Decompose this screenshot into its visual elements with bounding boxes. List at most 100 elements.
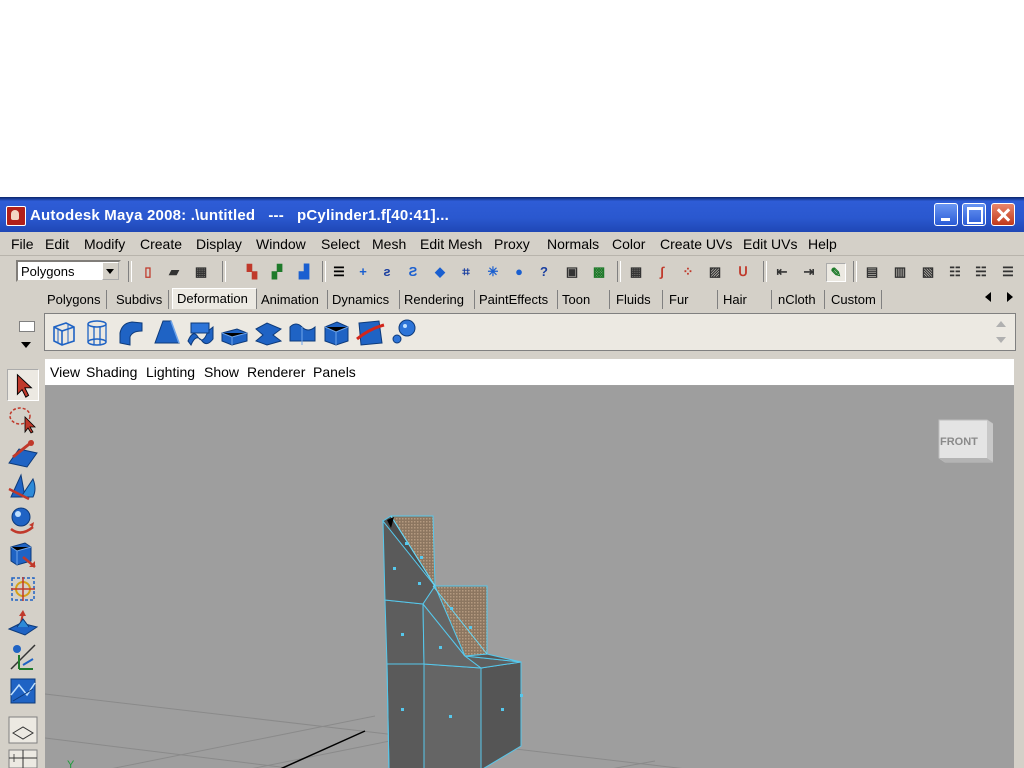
menu-edit[interactable]: Edit <box>45 236 69 252</box>
select-by-hierarchy-icon[interactable]: ▚ <box>243 263 261 280</box>
hypershade-icon[interactable]: ☵ <box>972 263 990 280</box>
menu-mesh[interactable]: Mesh <box>372 236 406 252</box>
menu-display[interactable]: Display <box>196 236 242 252</box>
tab-hair[interactable]: Hair <box>719 290 772 309</box>
select-surfaces-icon[interactable]: ◆ <box>431 263 449 280</box>
maximize-icon[interactable] <box>962 203 986 226</box>
viewcube[interactable]: FRONT <box>931 416 993 468</box>
menu-select[interactable]: Select <box>321 236 360 252</box>
last-tool-icon[interactable] <box>7 675 39 707</box>
save-scene-icon[interactable]: ▦ <box>192 263 210 280</box>
open-scene-icon[interactable]: ▰ <box>165 263 183 280</box>
wrap-icon[interactable] <box>321 317 352 348</box>
tab-ncloth[interactable]: nCloth <box>774 290 825 309</box>
make-live-icon[interactable]: Ս <box>734 263 752 280</box>
input-history-icon[interactable]: ⇤ <box>773 263 791 280</box>
menu-file[interactable]: File <box>11 236 34 252</box>
flare-icon[interactable] <box>151 317 182 348</box>
output-history-icon[interactable]: ⇥ <box>800 263 818 280</box>
render-settings-icon[interactable]: ☷ <box>946 263 964 280</box>
twist-icon[interactable] <box>253 317 284 348</box>
mask-menu-icon[interactable]: ☰ <box>330 263 348 280</box>
minimize-icon[interactable] <box>934 203 958 226</box>
select-handles-icon[interactable]: + <box>354 263 372 280</box>
panel-menu-renderer[interactable]: Renderer <box>247 364 305 380</box>
tab-fluids[interactable]: Fluids <box>612 290 663 309</box>
lattice-icon[interactable] <box>48 317 79 348</box>
sculpt-icon[interactable] <box>389 317 420 348</box>
tab-deformation[interactable]: Deformation <box>172 288 257 309</box>
shelf-options-icon[interactable] <box>14 315 38 353</box>
lock-selection-icon[interactable]: ▣ <box>563 263 581 280</box>
tab-dynamics[interactable]: Dynamics <box>328 290 400 309</box>
menu-window[interactable]: Window <box>256 236 306 252</box>
snap-curve-icon[interactable]: ∫ <box>653 263 671 280</box>
tab-rendering[interactable]: Rendering <box>400 290 475 309</box>
tab-painteffects[interactable]: PaintEffects <box>475 290 558 309</box>
tab-subdivs[interactable]: Subdivs <box>112 290 169 309</box>
single-perspective-layout-icon[interactable] <box>7 715 39 745</box>
four-view-layout-icon[interactable] <box>7 748 39 768</box>
panel-menu-shading[interactable]: Shading <box>86 364 137 380</box>
tab-toon[interactable]: Toon <box>558 290 610 309</box>
select-by-object-icon[interactable]: ▞ <box>268 263 286 280</box>
scale-tool-icon[interactable] <box>7 539 39 571</box>
sine-icon[interactable] <box>185 317 216 348</box>
menu-edit-mesh[interactable]: Edit Mesh <box>420 236 482 252</box>
menu-help[interactable]: Help <box>808 236 837 252</box>
shelf-scroll-up-icon[interactable] <box>996 321 1006 327</box>
bend-icon[interactable] <box>116 317 147 348</box>
highlight-selection-icon[interactable]: ▩ <box>590 263 608 280</box>
panel-menu-view[interactable]: View <box>50 364 80 380</box>
attribute-editor-icon[interactable]: ☰ <box>999 263 1017 280</box>
render-view-icon[interactable]: ▤ <box>863 263 881 280</box>
menu-modify[interactable]: Modify <box>84 236 125 252</box>
show-manipulator-icon[interactable] <box>7 641 39 673</box>
wire-icon[interactable] <box>355 317 386 348</box>
panel-menu-lighting[interactable]: Lighting <box>146 364 195 380</box>
rotate-tool-icon[interactable] <box>7 505 39 537</box>
select-deformations-icon[interactable]: ⌗ <box>457 263 475 280</box>
tab-polygons[interactable]: Polygons <box>43 290 107 309</box>
menu-edit-uvs[interactable]: Edit UVs <box>743 236 797 252</box>
snap-point-icon[interactable]: ⁘ <box>679 263 697 280</box>
cylinder-mesh[interactable] <box>382 515 522 768</box>
chevron-left-icon[interactable] <box>985 292 991 302</box>
select-rendering-icon[interactable]: ● <box>510 263 528 280</box>
cluster-icon[interactable] <box>82 317 113 348</box>
menu-create[interactable]: Create <box>140 236 182 252</box>
tab-fur[interactable]: Fur <box>665 290 718 309</box>
select-dynamics-icon[interactable]: ✳ <box>484 263 502 280</box>
menu-color[interactable]: Color <box>612 236 645 252</box>
wave-icon[interactable] <box>287 317 318 348</box>
menu-set-selector[interactable]: Polygons <box>16 260 121 282</box>
soft-modification-icon[interactable] <box>7 607 39 639</box>
new-scene-icon[interactable]: ▯ <box>139 263 157 280</box>
tab-animation[interactable]: Animation <box>257 290 328 309</box>
menu-create-uvs[interactable]: Create UVs <box>660 236 732 252</box>
select-tool-icon[interactable] <box>7 369 39 401</box>
tab-custom[interactable]: Custom <box>827 290 882 309</box>
chevron-down-icon[interactable] <box>102 262 119 280</box>
close-icon[interactable] <box>991 203 1015 226</box>
lasso-tool-icon[interactable] <box>7 403 39 435</box>
viewport[interactable]: Y FRONT <box>45 386 1014 768</box>
ipr-render-icon[interactable]: ▧ <box>919 263 937 280</box>
move-tool-icon[interactable] <box>7 471 39 503</box>
construction-history-icon[interactable]: ✎ <box>826 263 846 282</box>
select-curves-icon[interactable]: Ƨ <box>404 263 422 280</box>
snap-view-plane-icon[interactable]: ▨ <box>706 263 724 280</box>
snap-grid-icon[interactable]: ▦ <box>627 263 645 280</box>
menu-proxy[interactable]: Proxy <box>494 236 530 252</box>
chevron-right-icon[interactable] <box>1007 292 1013 302</box>
paint-select-tool-icon[interactable] <box>7 437 39 469</box>
maya-app-icon[interactable] <box>6 206 26 226</box>
select-misc-icon[interactable]: ? <box>535 263 553 280</box>
panel-menu-panels[interactable]: Panels <box>313 364 356 380</box>
menu-normals[interactable]: Normals <box>547 236 599 252</box>
select-joints-icon[interactable]: ƨ <box>378 263 396 280</box>
universal-manipulator-icon[interactable] <box>7 573 39 605</box>
render-frame-icon[interactable]: ▥ <box>891 263 909 280</box>
select-by-component-icon[interactable]: ▟ <box>295 263 313 280</box>
squash-icon[interactable] <box>219 317 250 348</box>
